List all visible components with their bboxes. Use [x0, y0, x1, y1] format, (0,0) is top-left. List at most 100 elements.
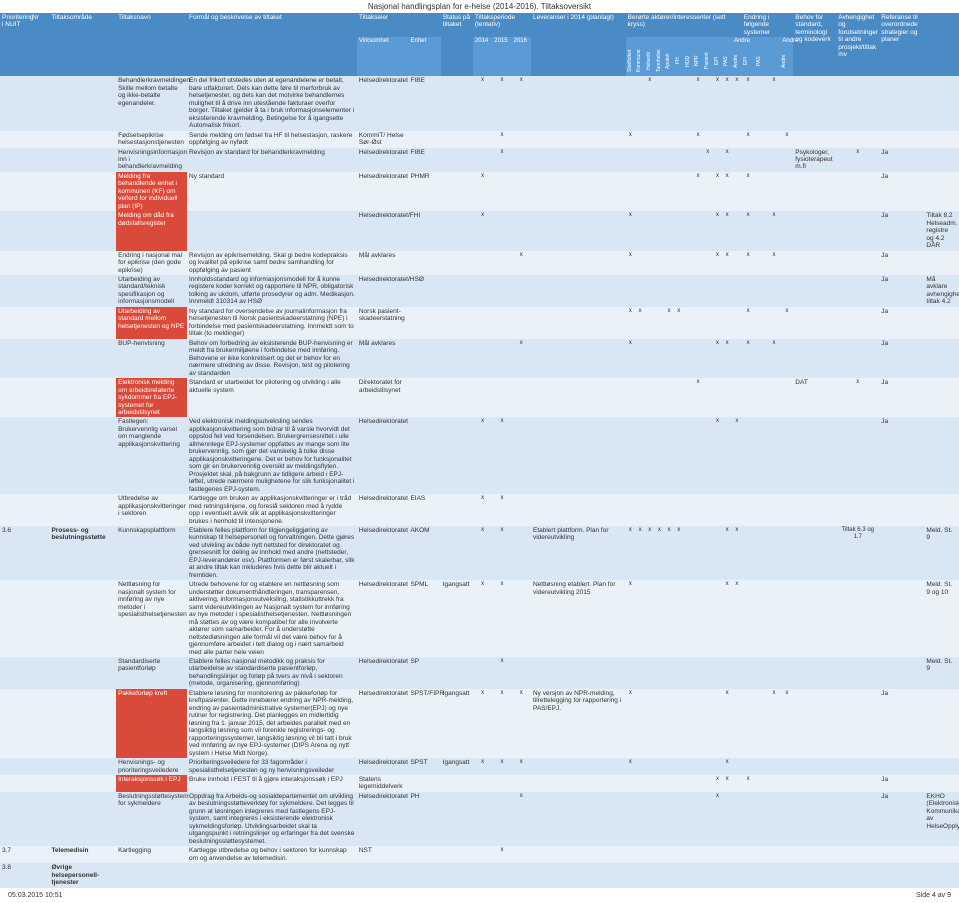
cell-actor: x	[645, 526, 655, 580]
cell-actor: x	[626, 251, 636, 275]
cell-prio	[0, 211, 30, 250]
cell-year: x	[492, 417, 511, 494]
cell-avh	[836, 689, 879, 758]
cell-formal: Revisjon av epikrisemelding. Skal gi bed…	[187, 251, 357, 275]
cell-year: x	[492, 494, 511, 526]
cell-actor: x	[664, 526, 674, 580]
cell-endring	[742, 580, 755, 657]
cell-actor	[732, 758, 742, 775]
cell-endring	[768, 148, 781, 172]
cell-actor	[732, 378, 742, 417]
cell-year	[512, 526, 531, 580]
cell-actor	[693, 494, 703, 526]
cell-ref	[879, 494, 924, 526]
cell-actor	[645, 863, 655, 887]
cell-endring: x	[768, 251, 781, 275]
cell-actor	[674, 846, 684, 863]
cell-virk: Helsedirektoratet	[357, 76, 409, 130]
cell-actor	[703, 251, 713, 275]
cell-actor	[693, 846, 703, 863]
cell-nr	[30, 526, 49, 580]
cell-prio	[0, 689, 30, 758]
cell-avh	[836, 846, 879, 863]
cell-endring	[780, 526, 793, 580]
cell-omrade	[49, 76, 116, 130]
cell-status	[441, 307, 473, 339]
cell-prio: 3.8	[0, 863, 30, 887]
cell-actor	[684, 417, 694, 494]
cell-navn: Henvisnings- og prioriteringsveiledere	[116, 758, 187, 775]
cell-virk: Norsk pasient-skadeerstatning	[357, 307, 409, 339]
cell-actor	[732, 657, 742, 689]
cell-actor	[703, 378, 713, 417]
cell-actor	[703, 775, 713, 792]
cell-formal: Sende melding om fødsel fra HF til helse…	[187, 131, 357, 148]
cell-actor	[722, 657, 732, 689]
cell-avh	[836, 211, 879, 250]
cell-actor	[693, 758, 703, 775]
cell-behov	[793, 417, 836, 494]
cell-actor	[713, 378, 723, 417]
cell-ref: Ja	[879, 775, 924, 792]
cell-actor	[635, 775, 645, 792]
cell-lev: Nettløsning etablert. Plan for videreutv…	[531, 580, 626, 657]
cell-status	[441, 251, 473, 275]
h-status: Status på tiltaket	[441, 13, 473, 76]
cell-actor	[635, 657, 645, 689]
cell-prio	[0, 131, 30, 148]
cell-year	[492, 172, 511, 211]
cell-endring	[768, 863, 781, 887]
cell-actor	[655, 275, 665, 307]
cell-actor	[635, 378, 645, 417]
cell-behov	[793, 131, 836, 148]
cell-omrade	[49, 758, 116, 775]
cell-endring: x	[768, 689, 781, 758]
table-row: Utbredelse av applikasjonskvitteringer i…	[0, 494, 959, 526]
cell-actor	[655, 580, 665, 657]
cell-actor	[732, 172, 742, 211]
cell-ref: Ja	[879, 689, 924, 758]
cell-nr	[30, 657, 49, 689]
cell-endring	[742, 148, 755, 172]
cell-actor	[713, 526, 723, 580]
cell-actor	[684, 275, 694, 307]
cell-actor	[703, 275, 713, 307]
cell-virk: Helsedirektoratet	[357, 172, 409, 211]
cell-actor	[684, 76, 694, 130]
cell-endring: x	[742, 172, 755, 211]
cell-actor	[664, 76, 674, 130]
cell-omrade	[49, 580, 116, 657]
cell-actor	[732, 339, 742, 378]
table-row: BUP-henvisningBehov om forbedring av eks…	[0, 339, 959, 378]
cell-endring	[755, 846, 768, 863]
cell-year: x	[512, 251, 531, 275]
cell-navn: BUP-henvisning	[116, 339, 187, 378]
cell-lev	[531, 657, 626, 689]
cell-actor	[684, 211, 694, 250]
cell-avh	[836, 339, 879, 378]
cell-year	[512, 307, 531, 339]
cell-lev	[531, 758, 626, 775]
cell-actor	[703, 758, 713, 775]
cell-actor	[664, 339, 674, 378]
cell-endring	[755, 775, 768, 792]
h-actor-col: Apotek	[664, 46, 674, 76]
cell-actor	[693, 339, 703, 378]
cell-actor	[664, 846, 674, 863]
cell-endring	[768, 172, 781, 211]
cell-navn: Henvisningsinformasjon inn i behandlerkr…	[116, 148, 187, 172]
cell-actor	[703, 211, 713, 250]
cell-actor	[655, 131, 665, 148]
cell-actor	[674, 494, 684, 526]
cell-enhet: PH	[408, 792, 440, 846]
cell-actor	[722, 275, 732, 307]
cell-meld	[924, 172, 959, 211]
table-body: Behandlerkravmeldingen. Skille mellom be…	[0, 76, 959, 887]
cell-actor	[703, 417, 713, 494]
cell-actor	[732, 775, 742, 792]
cell-enhet	[408, 846, 440, 863]
cell-actor	[684, 307, 694, 339]
cell-omrade: Telemedisin	[49, 846, 116, 863]
cell-endring	[780, 494, 793, 526]
cell-prio	[0, 580, 30, 657]
